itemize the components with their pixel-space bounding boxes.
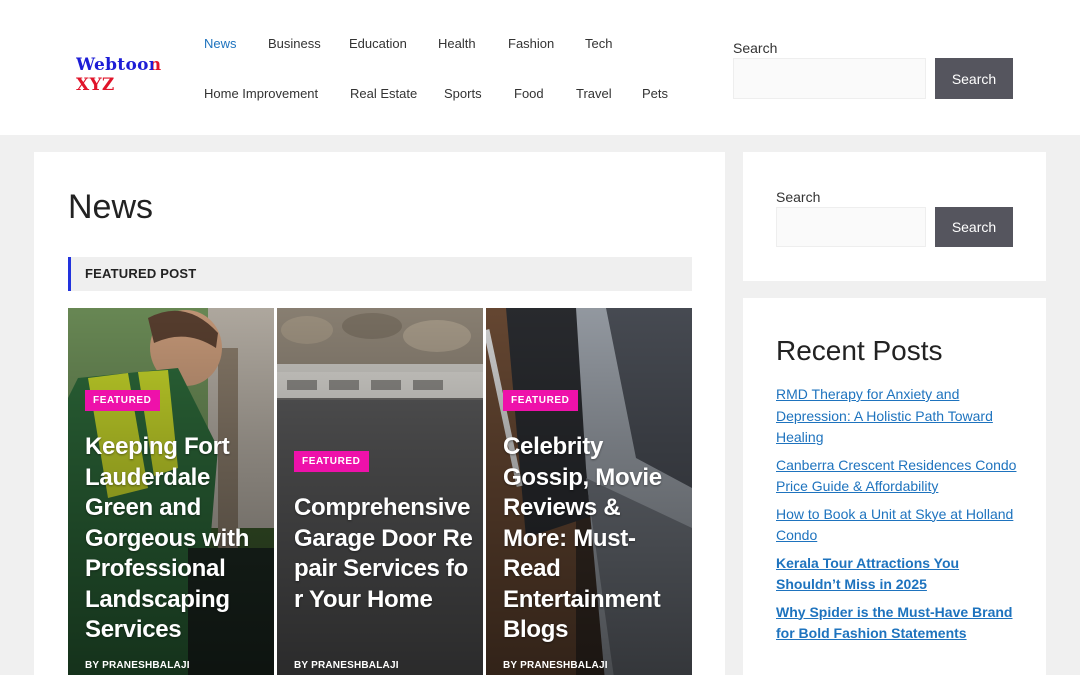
sidebar-search-widget: Search Search	[743, 152, 1046, 281]
logo-text: Webtoon XYZ	[76, 55, 162, 95]
card-overlay	[277, 308, 483, 675]
recent-post-link[interactable]: Canberra Crescent Residences Condo Price…	[776, 457, 1016, 495]
list-item: RMD Therapy for Anxiety and Depression: …	[776, 384, 1021, 449]
nav-item-food[interactable]: Food	[514, 86, 544, 101]
card-title[interactable]: Comprehensive Garage Door Repair Service…	[294, 493, 474, 615]
card-title[interactable]: Celebrity Gossip, Movie Reviews & More: …	[503, 432, 679, 646]
header-search-label: Search	[733, 40, 778, 56]
nav-item-travel[interactable]: Travel	[576, 86, 612, 101]
featured-post-heading: FEATURED POST	[68, 257, 692, 291]
main-nav: News Business Education Health Fashion T…	[204, 0, 704, 135]
recent-posts-widget: Recent Posts RMD Therapy for Anxiety and…	[743, 298, 1046, 675]
header-search-input[interactable]	[733, 58, 926, 99]
featured-badge[interactable]: FEATURED	[503, 390, 578, 411]
sidebar-search-button[interactable]: Search	[935, 207, 1013, 247]
list-item: Why Spider is the Must-Have Brand for Bo…	[776, 602, 1021, 645]
card-byline[interactable]: BY PRANESHBALAJI	[294, 660, 399, 671]
recent-post-link[interactable]: How to Book a Unit at Skye at Holland Co…	[776, 506, 1013, 544]
nav-item-tech[interactable]: Tech	[585, 36, 612, 51]
recent-post-link[interactable]: Kerala Tour Attractions You Shouldn’t Mi…	[776, 555, 959, 593]
list-item: How to Book a Unit at Skye at Holland Co…	[776, 504, 1021, 547]
nav-item-fashion[interactable]: Fashion	[508, 36, 554, 51]
featured-card[interactable]: FEATURED Comprehensive Garage Door Repai…	[277, 308, 483, 675]
featured-cards: FEATURED Keeping Fort Lauderdale Green a…	[68, 308, 692, 675]
sidebar-search-label: Search	[776, 189, 821, 205]
recent-posts-title: Recent Posts	[776, 335, 943, 366]
nav-item-education[interactable]: Education	[349, 36, 407, 51]
recent-posts-list: RMD Therapy for Anxiety and Depression: …	[776, 384, 1021, 651]
featured-badge[interactable]: FEATURED	[294, 451, 369, 472]
site-logo[interactable]: Webtoon XYZ	[76, 55, 180, 95]
sidebar-search-input[interactable]	[776, 207, 926, 247]
main-content: News FEATURED POST FEATURED Keeping Fort…	[34, 152, 725, 675]
list-item: Canberra Crescent Residences Condo Price…	[776, 455, 1021, 498]
nav-item-news[interactable]: News	[204, 36, 237, 51]
header-search-button[interactable]: Search	[935, 58, 1013, 99]
featured-card[interactable]: FEATURED Keeping Fort Lauderdale Green a…	[68, 308, 274, 675]
page-title: News	[68, 188, 154, 226]
featured-card[interactable]: FEATURED Celebrity Gossip, Movie Reviews…	[486, 308, 692, 675]
card-byline[interactable]: BY PRANESHBALAJI	[503, 660, 608, 671]
nav-item-sports[interactable]: Sports	[444, 86, 482, 101]
nav-item-business[interactable]: Business	[268, 36, 321, 51]
nav-item-health[interactable]: Health	[438, 36, 476, 51]
recent-post-link[interactable]: Why Spider is the Must-Have Brand for Bo…	[776, 604, 1012, 642]
recent-post-link[interactable]: RMD Therapy for Anxiety and Depression: …	[776, 386, 993, 445]
nav-item-real-estate[interactable]: Real Estate	[350, 86, 417, 101]
nav-item-home-improvement[interactable]: Home Improvement	[204, 86, 318, 101]
featured-badge[interactable]: FEATURED	[85, 390, 160, 411]
list-item: Kerala Tour Attractions You Shouldn’t Mi…	[776, 553, 1021, 596]
nav-item-pets[interactable]: Pets	[642, 86, 668, 101]
card-byline[interactable]: BY PRANESHBALAJI	[85, 660, 190, 671]
card-title[interactable]: Keeping Fort Lauderdale Green and Gorgeo…	[85, 432, 265, 646]
site-header: Webtoon XYZ News Business Education Heal…	[0, 0, 1080, 135]
featured-post-label: FEATURED POST	[85, 266, 197, 281]
